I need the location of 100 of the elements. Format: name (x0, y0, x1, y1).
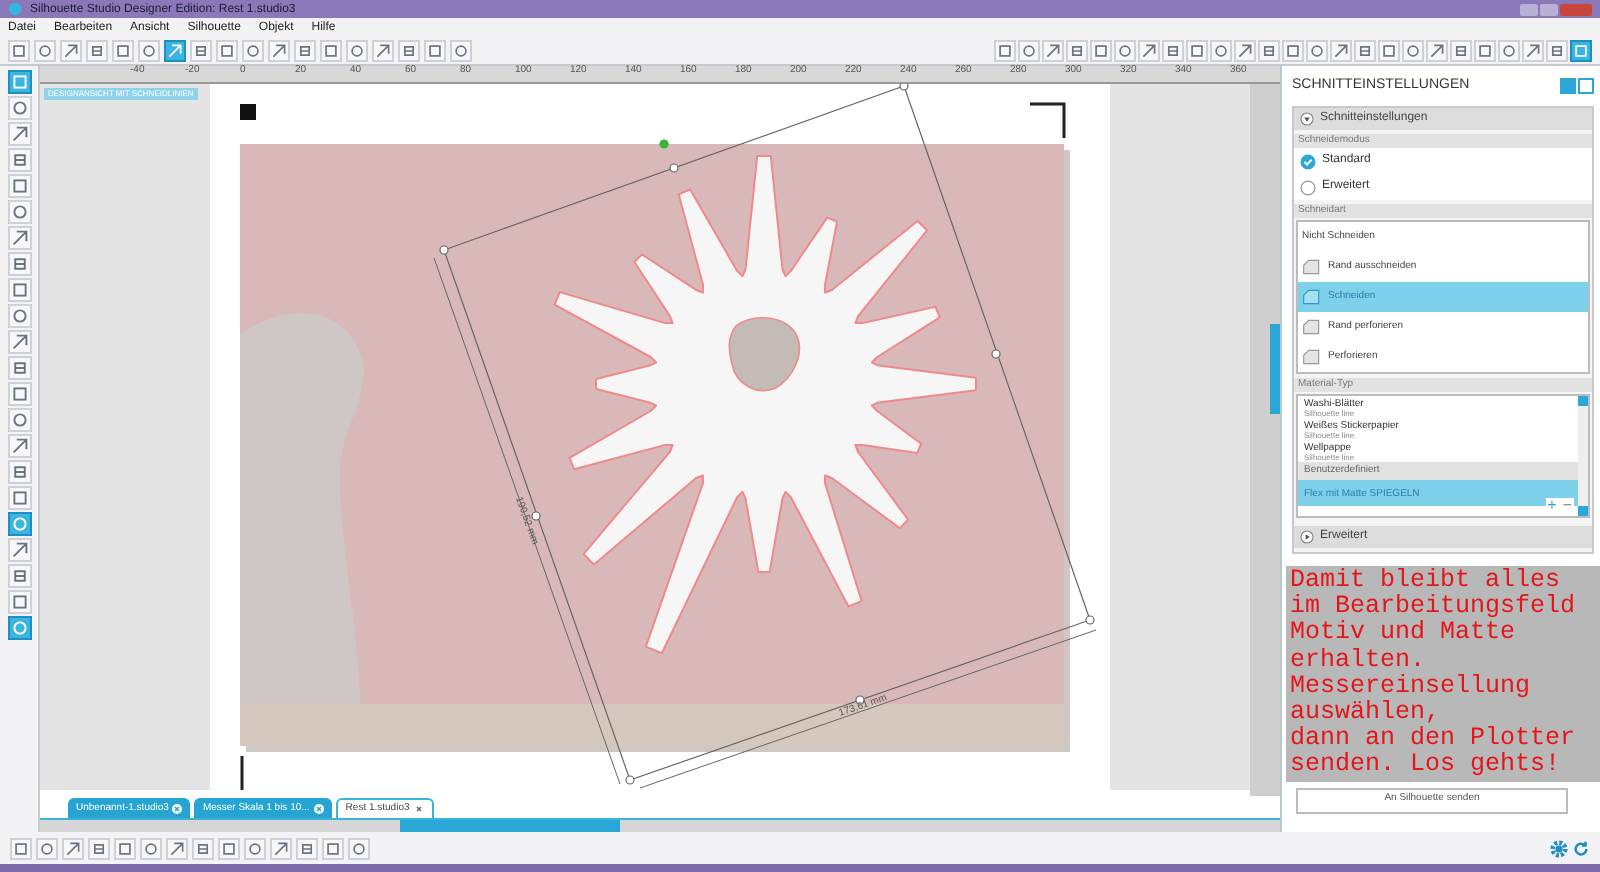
toolbar-icon[interactable] (1258, 39, 1280, 61)
toolbar-icon[interactable] (8, 39, 30, 61)
toolbar-icon[interactable] (1402, 39, 1424, 61)
selection-box[interactable] (439, 84, 1095, 785)
toolbar-icon[interactable] (296, 837, 318, 859)
instruction-note: Damit bleibt alles im Bearbeitungsfeld Motiv und Matte erhalten. Messereinsellung auswählen, dann an den Plotter senden. Los gehts! (1286, 566, 1600, 782)
tool-icon[interactable] (7, 486, 31, 510)
tool-icon[interactable] (7, 252, 31, 276)
toolbar-icon[interactable] (268, 39, 290, 61)
toolbar-icon[interactable] (60, 39, 82, 61)
toolbar-icon[interactable] (192, 837, 214, 859)
toolbar-icon[interactable] (114, 837, 136, 859)
toolbar-icon[interactable] (216, 39, 238, 61)
expand-icon (1300, 530, 1314, 544)
toolbar-icon[interactable] (1162, 39, 1184, 61)
tool-icon[interactable] (7, 460, 31, 484)
horizontal-scrollbar[interactable] (40, 820, 1280, 832)
tool-icon[interactable] (7, 148, 31, 172)
toolbar-icon[interactable] (1234, 39, 1256, 61)
tool-icon[interactable] (7, 616, 31, 640)
toolbar-icon[interactable] (424, 39, 446, 61)
flower-shape[interactable] (553, 155, 977, 655)
tool-icon[interactable] (7, 408, 31, 432)
toolbar-icon[interactable] (138, 39, 160, 61)
tool-icon[interactable] (7, 226, 31, 250)
tool-icon[interactable] (7, 564, 31, 588)
toolbar-icon[interactable] (1330, 39, 1352, 61)
refresh-icon[interactable] (1572, 839, 1590, 857)
shape-hole (728, 317, 801, 392)
tool-icon[interactable] (7, 382, 31, 406)
toolbar-icon[interactable] (348, 837, 370, 859)
toolbar-icon[interactable] (1354, 39, 1376, 61)
toolbar-icon[interactable] (112, 39, 134, 61)
registration-mark (1030, 102, 1066, 138)
tool-icon[interactable] (7, 304, 31, 328)
toolbar-icon[interactable] (166, 837, 188, 859)
tool-icon[interactable] (7, 122, 31, 146)
toolbar-icon[interactable] (244, 837, 266, 859)
toolbar-icon[interactable] (1498, 39, 1520, 61)
toolbar-icon[interactable] (372, 39, 394, 61)
tool-icon[interactable] (7, 356, 31, 380)
toolbar-icon[interactable] (140, 837, 162, 859)
toolbar-icon[interactable] (1018, 39, 1040, 61)
toolbar-icon[interactable] (1378, 39, 1400, 61)
radio-button[interactable] (1300, 179, 1316, 195)
toolbar-icon[interactable] (1474, 39, 1496, 61)
scrollbar-thumb[interactable] (400, 820, 620, 832)
toolbar-icon[interactable] (398, 39, 420, 61)
toolbar-icon[interactable] (1546, 39, 1568, 61)
toolbar-icon[interactable] (1570, 39, 1592, 61)
toolbar-icon[interactable] (450, 39, 472, 61)
toolbar-icon[interactable] (294, 39, 316, 61)
vertical-scrollbar[interactable] (1250, 84, 1280, 796)
tool-icon[interactable] (7, 538, 31, 562)
close-icon[interactable] (413, 804, 424, 814)
registration-mark (240, 756, 244, 790)
toolbar-icon[interactable] (1210, 39, 1232, 61)
toolbar-icon[interactable] (1114, 39, 1136, 61)
toolbar-icon[interactable] (1090, 39, 1112, 61)
toolbar-icon[interactable] (190, 39, 212, 61)
gear-icon[interactable] (1550, 839, 1568, 857)
toolbar-icon[interactable] (10, 837, 32, 859)
toolbar-icon[interactable] (1186, 39, 1208, 61)
toolbar-icon[interactable] (320, 39, 342, 61)
rotate-handle[interactable] (659, 139, 669, 149)
tool-icon[interactable] (7, 434, 31, 458)
toolbar-icon[interactable] (1066, 39, 1088, 61)
toolbar-icon[interactable] (1522, 39, 1544, 61)
tool-icon[interactable] (7, 174, 31, 198)
toolbar-icon[interactable] (1306, 39, 1328, 61)
toolbar-icon[interactable] (242, 39, 264, 61)
radio-button[interactable] (1300, 153, 1316, 169)
close-icon[interactable] (313, 803, 324, 813)
toolbar-icon[interactable] (1450, 39, 1472, 61)
toolbar-icon[interactable] (86, 39, 108, 61)
toolbar-icon[interactable] (346, 39, 368, 61)
tool-icon[interactable] (7, 512, 31, 536)
toolbar-icon[interactable] (1426, 39, 1448, 61)
toolbar-icon[interactable] (994, 39, 1016, 61)
toolbar-icon[interactable] (34, 39, 56, 61)
toolbar-icon[interactable] (322, 837, 344, 859)
tool-icon[interactable] (7, 330, 31, 354)
tool-icon[interactable] (7, 200, 31, 224)
registration-mark (240, 104, 256, 120)
tool-icon[interactable] (7, 70, 31, 94)
app-icon (8, 2, 22, 16)
close-icon[interactable] (172, 803, 183, 813)
toolbar-icon[interactable] (36, 837, 58, 859)
scrollbar-thumb[interactable] (1270, 324, 1280, 414)
tool-icon[interactable] (7, 278, 31, 302)
toolbar-icon[interactable] (164, 39, 186, 61)
toolbar-icon[interactable] (270, 837, 292, 859)
tool-icon[interactable] (7, 590, 31, 614)
toolbar-icon[interactable] (218, 837, 240, 859)
toolbar-icon[interactable] (1282, 39, 1304, 61)
toolbar-icon[interactable] (1042, 39, 1064, 61)
toolbar-icon[interactable] (1138, 39, 1160, 61)
toolbar-icon[interactable] (88, 837, 110, 859)
toolbar-icon[interactable] (62, 837, 84, 859)
tool-icon[interactable] (7, 96, 31, 120)
